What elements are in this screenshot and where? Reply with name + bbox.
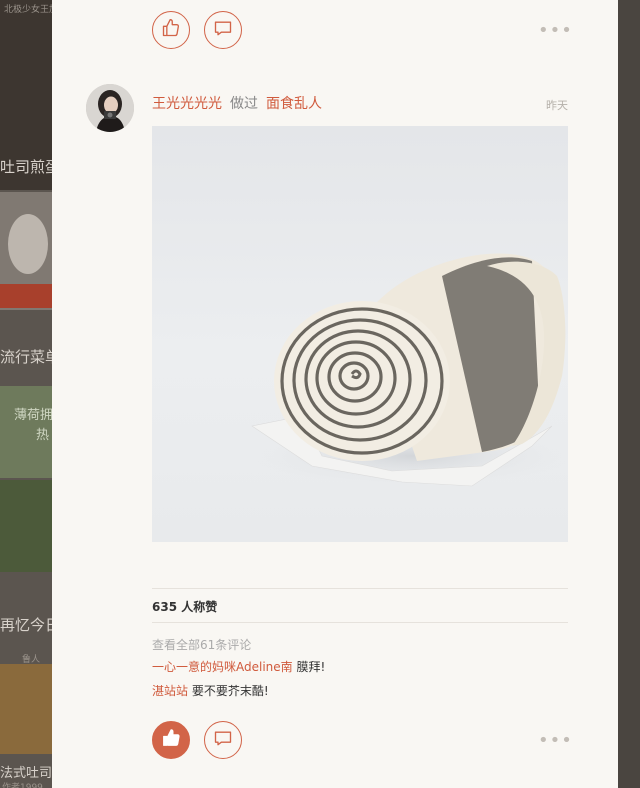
post-time: 昨天 <box>546 99 568 112</box>
post-photo[interactable] <box>152 126 568 542</box>
bg-title-3: 薄荷拥 <box>14 408 52 423</box>
more-dots-icon[interactable]: ••• <box>538 732 573 750</box>
post-username[interactable]: 王光光光光 <box>152 96 222 112</box>
comment-button-top[interactable] <box>204 11 242 49</box>
post-header: 王光光光光 做过 面食乱人 <box>152 93 322 113</box>
thumbs-up-icon <box>161 728 181 752</box>
comment-item: 湛站站 要不要芥末酷! <box>152 682 269 699</box>
feed-panel: ••• 王光光光光 做过 面食乱人 昨天 635 人称赞 查看全部61条评论 一… <box>52 0 618 788</box>
divider <box>152 622 568 623</box>
bg-title-4: 热 <box>36 428 50 443</box>
recipe-link[interactable]: 面食乱人 <box>266 96 322 112</box>
bg-card-4 <box>0 480 52 572</box>
bg-title-1: 吐司煎蛋 <box>0 158 52 176</box>
speech-bubble-icon <box>213 728 233 752</box>
more-dots-icon[interactable]: ••• <box>538 22 573 40</box>
comment-button[interactable] <box>204 721 242 759</box>
comment-item: 一心一意的妈咪Adeline南 膜拜! <box>152 658 325 675</box>
bg-red-bar <box>0 284 52 308</box>
avatar[interactable] <box>86 84 134 132</box>
bg-title-2: 流行菜单 <box>0 348 52 366</box>
comment-username[interactable]: 湛站站 <box>152 684 188 698</box>
bg-author-label: 北极少女王加 <box>4 5 52 15</box>
comment-text: 膜拜! <box>296 660 326 674</box>
bg-title-5: 再忆今日 <box>0 616 52 634</box>
comment-text: 要不要芥末酷! <box>191 684 269 698</box>
like-count[interactable]: 635 人称赞 <box>152 598 217 615</box>
view-all-comments-link[interactable]: 查看全部61条评论 <box>152 636 251 653</box>
bg-plate-image <box>8 214 48 274</box>
like-button-top[interactable] <box>152 11 190 49</box>
bg-title-6: 法式吐司 <box>0 766 52 781</box>
background-right-strip <box>618 0 640 788</box>
bg-author-3: 作者1999 <box>2 783 43 788</box>
background-app: 北极少女王加 吐司煎蛋 流行菜单 薄荷拥 热 再忆今日 鲁人 法式吐司 作者19… <box>0 0 52 788</box>
divider <box>152 588 568 589</box>
thumbs-up-icon <box>161 18 181 42</box>
speech-bubble-icon <box>213 18 233 42</box>
comment-username[interactable]: 一心一意的妈咪Adeline南 <box>152 660 293 674</box>
post-verb: 做过 <box>230 96 258 112</box>
like-button[interactable] <box>152 721 190 759</box>
bg-card-5 <box>0 664 52 754</box>
